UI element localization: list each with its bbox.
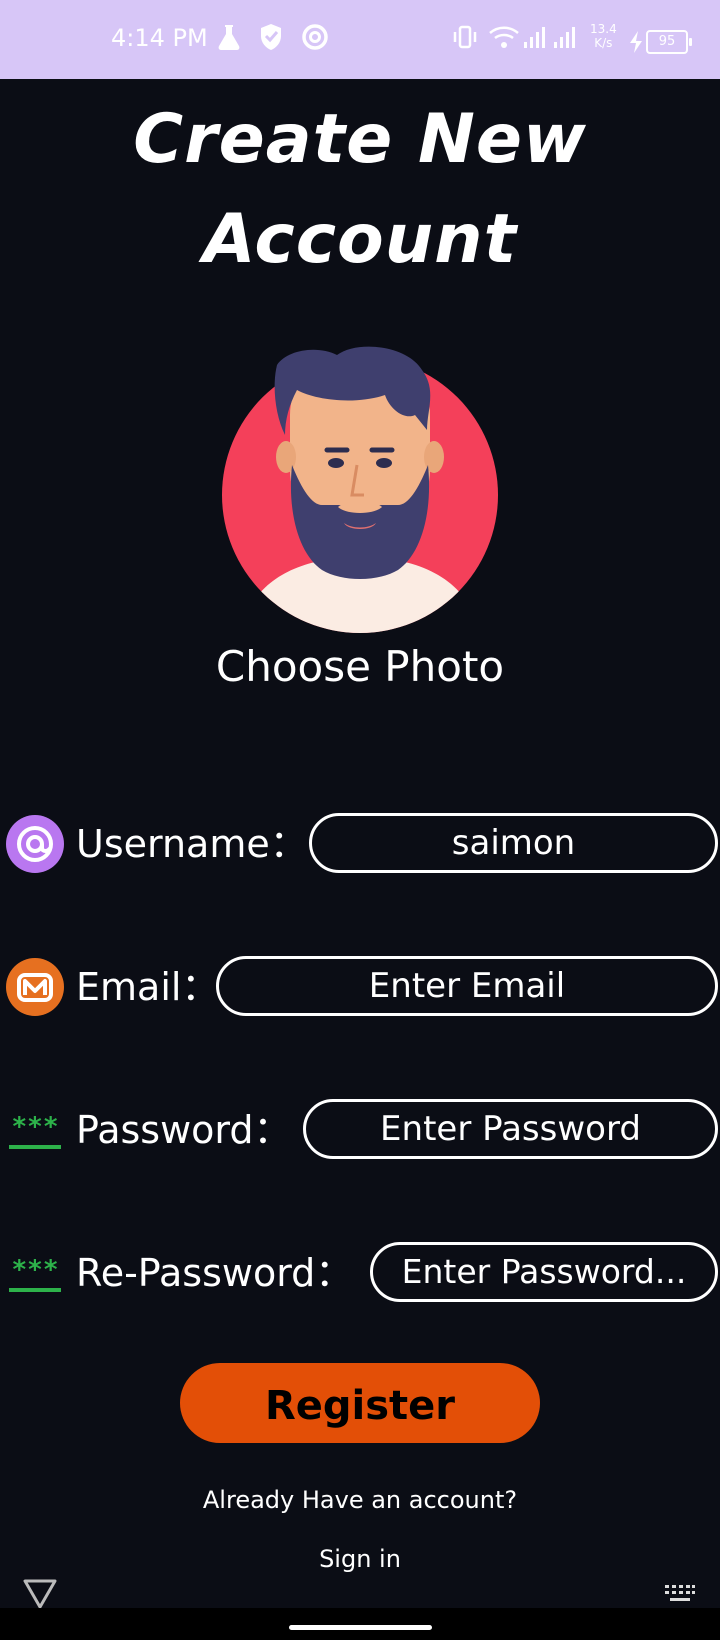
repassword-input[interactable]: Enter Password... — [370, 1242, 718, 1302]
username-row: Username： saimon — [0, 813, 720, 877]
status-time: 4:14 PM — [111, 24, 208, 52]
wifi-icon — [489, 26, 519, 48]
password-label: Password： — [76, 1108, 292, 1152]
username-label: Username： — [76, 822, 308, 866]
battery-icon: 95 — [646, 30, 692, 54]
username-input[interactable]: saimon — [309, 813, 718, 873]
repassword-label: Re-Password： — [76, 1251, 354, 1295]
sign-in-link[interactable]: Sign in — [0, 1545, 720, 1573]
navigation-bar — [0, 1608, 720, 1640]
home-pill[interactable] — [289, 1625, 432, 1630]
password-icon: *** — [9, 1112, 61, 1149]
password-input[interactable]: Enter Password — [303, 1099, 718, 1159]
avatar[interactable] — [222, 345, 498, 635]
repassword-row: *** Re-Password： Enter Password... — [0, 1242, 720, 1306]
email-input[interactable]: Enter Email — [216, 956, 718, 1016]
email-label: Email： — [76, 965, 220, 1009]
email-row: Email： Enter Email — [0, 956, 720, 1020]
flask-icon — [218, 25, 240, 50]
shield-icon — [261, 24, 281, 50]
keyboard-icon[interactable] — [664, 1583, 696, 1605]
vibrate-icon — [453, 25, 477, 49]
at-icon — [6, 815, 64, 873]
svg-text:***: *** — [12, 1112, 59, 1142]
status-bar: 4:14 PM 13.4 K/s 95 — [0, 0, 720, 79]
at-circle-icon — [302, 24, 328, 50]
password-icon: *** — [9, 1255, 61, 1292]
register-button[interactable]: Register — [180, 1363, 540, 1443]
already-have-account-text: Already Have an account? — [202, 1486, 518, 1514]
back-icon[interactable] — [22, 1577, 58, 1611]
password-row: *** Password： Enter Password — [0, 1099, 720, 1163]
signal-icon — [524, 27, 575, 48]
network-speed: 13.4 K/s — [590, 22, 617, 50]
page-title: Create New Account — [133, 100, 587, 279]
choose-photo-button[interactable]: Choose Photo — [0, 642, 720, 691]
svg-text:***: *** — [12, 1255, 59, 1285]
charging-icon — [630, 31, 642, 53]
mail-icon — [6, 958, 64, 1016]
